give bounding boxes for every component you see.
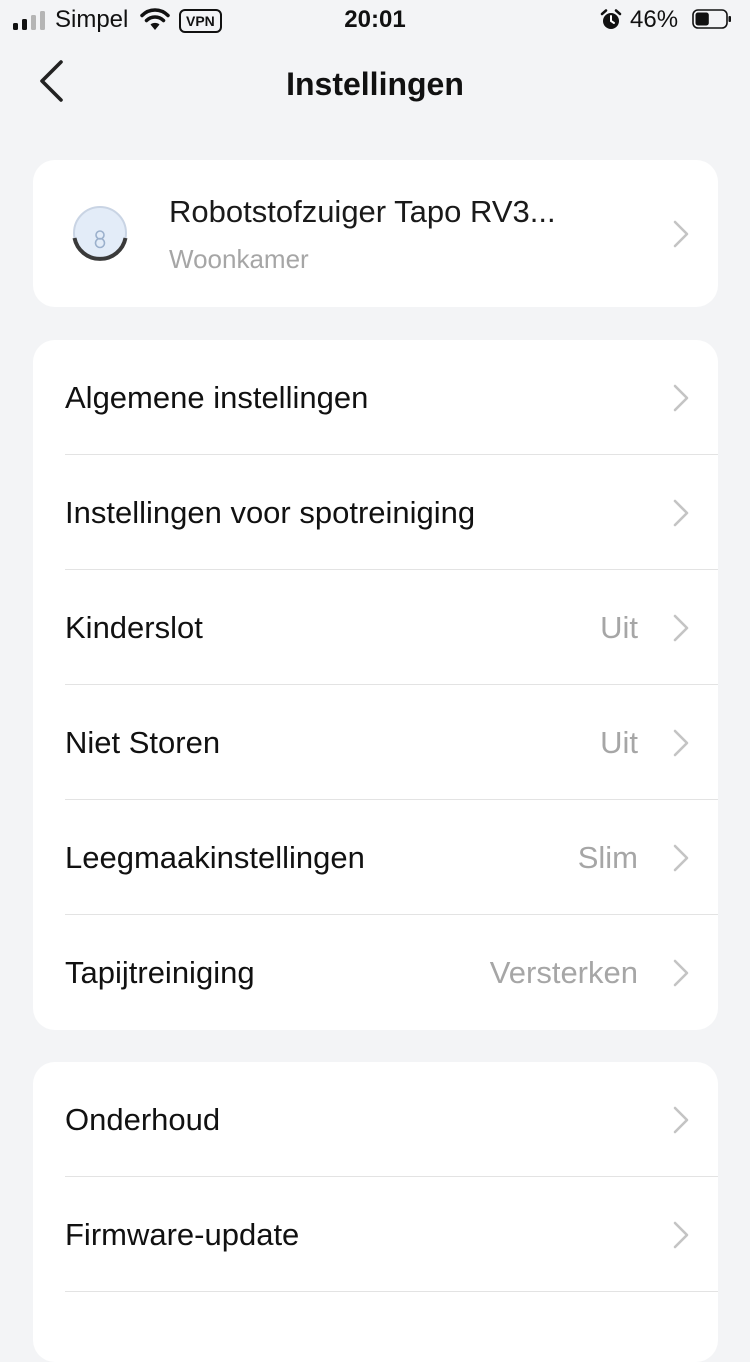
setting-do-not-disturb[interactable]: Niet Storen Uit: [33, 685, 718, 800]
alarm-clock-icon: [600, 9, 622, 29]
setting-label: Niet Storen: [65, 725, 221, 760]
setting-maintenance[interactable]: Onderhoud: [33, 1062, 718, 1177]
chevron-right-icon: [673, 959, 689, 987]
setting-label: Firmware-update: [65, 1217, 300, 1252]
battery-percentage: 46%: [630, 6, 679, 33]
chevron-right-icon: [673, 384, 689, 412]
setting-label: Kinderslot: [65, 610, 203, 645]
chevron-right-icon: [673, 499, 689, 527]
setting-spot-cleaning[interactable]: Instellingen voor spotreiniging: [33, 455, 718, 570]
setting-label: Instellingen voor spotreiniging: [65, 495, 476, 530]
settings-list: Algemene instellingen Instellingen voor …: [33, 340, 718, 1030]
setting-label: Onderhoud: [65, 1102, 221, 1137]
setting-child-lock[interactable]: Kinderslot Uit: [33, 570, 718, 685]
chevron-right-icon: [673, 844, 689, 872]
chevron-right-icon: [673, 1106, 689, 1134]
maintenance-list: Onderhoud Firmware-update: [33, 1062, 718, 1362]
device-card[interactable]: Robotstofzuiger Tapo RV3... Woonkamer: [33, 160, 718, 307]
setting-general[interactable]: Algemene instellingen: [33, 340, 718, 455]
battery-icon: [692, 9, 731, 29]
setting-value: Uit: [600, 610, 638, 645]
setting-value: Versterken: [489, 955, 638, 990]
setting-carpet-cleaning[interactable]: Tapijtreiniging Versterken: [33, 915, 718, 1030]
status-bar: Simpel VPN 20:01 46%: [0, 0, 750, 40]
setting-emptying[interactable]: Leegmaakinstellingen Slim: [33, 800, 718, 915]
navigation-bar: Instellingen: [0, 44, 750, 124]
setting-label: Algemene instellingen: [65, 380, 369, 415]
device-room: Woonkamer: [169, 244, 309, 274]
chevron-right-icon: [673, 220, 689, 248]
chevron-right-icon: [673, 1221, 689, 1249]
setting-firmware-update[interactable]: Firmware-update: [33, 1177, 718, 1292]
chevron-right-icon: [673, 729, 689, 757]
divider: [65, 1291, 718, 1292]
page-title: Instellingen: [286, 66, 464, 102]
setting-value: Uit: [600, 725, 638, 760]
device-name: Robotstofzuiger Tapo RV3...: [169, 194, 556, 229]
setting-label: Tapijtreiniging: [65, 955, 255, 990]
chevron-right-icon: [673, 614, 689, 642]
robot-vacuum-icon: [72, 206, 128, 261]
setting-value: Slim: [577, 840, 638, 875]
setting-label: Leegmaakinstellingen: [65, 840, 365, 875]
